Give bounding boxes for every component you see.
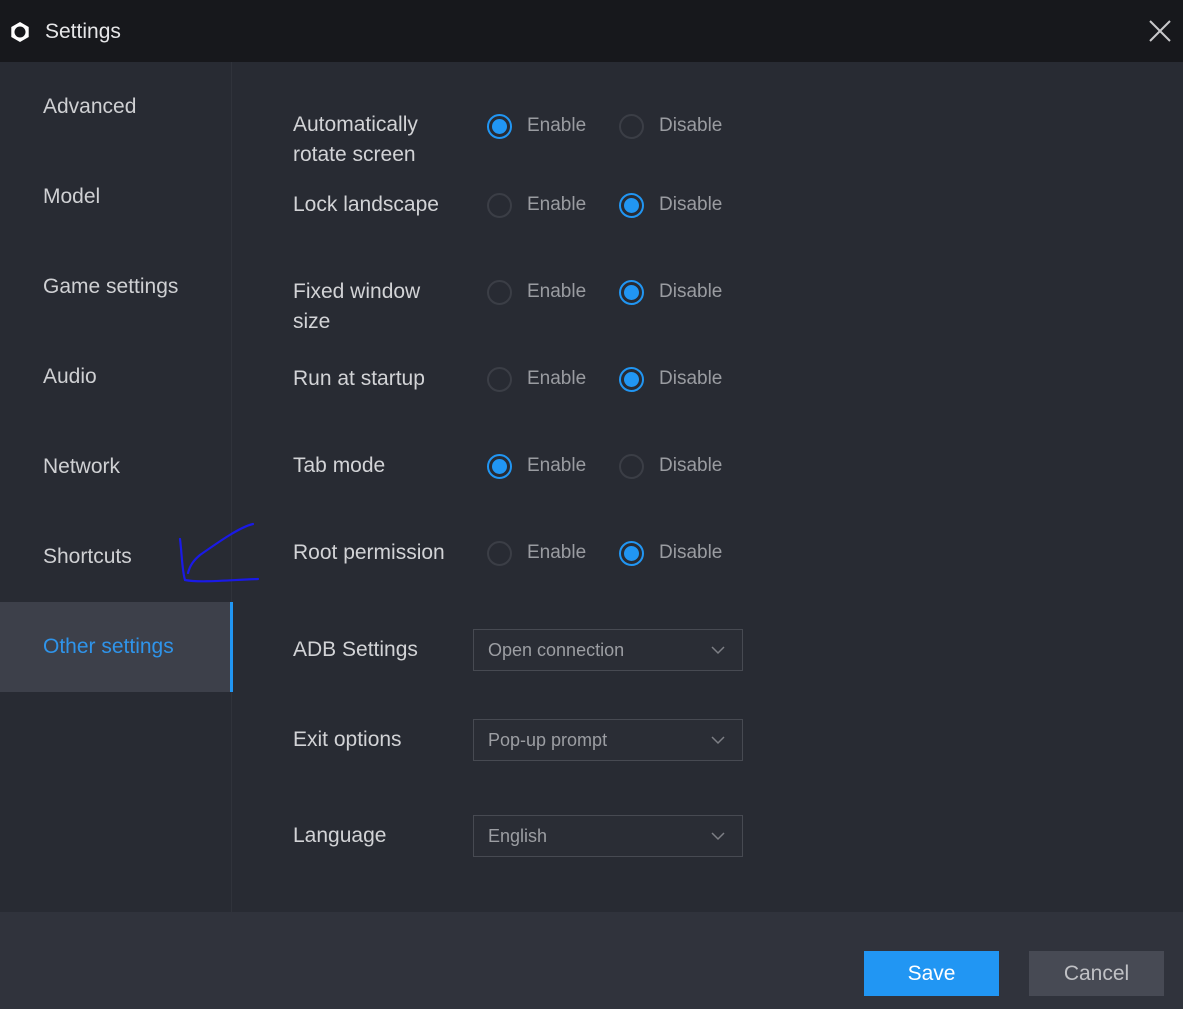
root-permission-enable-label[interactable]: Enable: [527, 542, 586, 564]
lock-landscape-enable-label[interactable]: Enable: [527, 194, 586, 216]
chevron-down-icon: [711, 736, 725, 745]
language-value: English: [488, 825, 548, 846]
tab-mode-enable-radio[interactable]: [487, 454, 512, 479]
setting-label-adb-settings: ADB Settings: [293, 638, 418, 661]
sidebar-item-label: Audio: [43, 365, 97, 388]
root-permission-enable-radio[interactable]: [487, 541, 512, 566]
tab-mode-disable-radio[interactable]: [619, 454, 644, 479]
fixed-window-disable-radio[interactable]: [619, 280, 644, 305]
close-icon[interactable]: [1147, 18, 1173, 44]
settings-panel: Automatically rotate screen Enable Disab…: [233, 62, 1183, 912]
setting-label-auto-rotate: Automatically rotate screen: [293, 113, 418, 166]
gear-icon: [11, 22, 29, 42]
setting-label-lock-landscape: Lock landscape: [293, 193, 439, 216]
tab-mode-enable-label[interactable]: Enable: [527, 455, 586, 477]
run-at-startup-disable-radio[interactable]: [619, 367, 644, 392]
title-bar: Settings: [0, 0, 1183, 62]
setting-label-run-at-startup: Run at startup: [293, 367, 425, 390]
sidebar-item-label: Game settings: [43, 275, 179, 298]
run-at-startup-enable-radio[interactable]: [487, 367, 512, 392]
sidebar-item-label: Shortcuts: [43, 545, 132, 568]
dialog-footer: Save Cancel: [0, 912, 1183, 1009]
root-permission-disable-label[interactable]: Disable: [659, 542, 722, 564]
fixed-window-enable-label[interactable]: Enable: [527, 281, 586, 303]
auto-rotate-enable-label[interactable]: Enable: [527, 115, 586, 137]
sidebar-item-game-settings[interactable]: Game settings: [0, 242, 232, 332]
auto-rotate-enable-radio[interactable]: [487, 114, 512, 139]
sidebar-item-advanced[interactable]: Advanced: [0, 62, 232, 152]
run-at-startup-disable-label[interactable]: Disable: [659, 368, 722, 390]
sidebar: Advanced Model Game settings Audio Netwo…: [0, 62, 234, 912]
sidebar-item-other-settings[interactable]: Other settings: [0, 602, 234, 692]
sidebar-item-label: Network: [43, 455, 121, 478]
setting-label-exit-options: Exit options: [293, 728, 402, 751]
sidebar-item-model[interactable]: Model: [0, 152, 232, 242]
auto-rotate-disable-radio[interactable]: [619, 114, 644, 139]
sidebar-item-shortcuts[interactable]: Shortcuts: [0, 512, 232, 602]
sidebar-item-label: Other settings: [43, 635, 174, 658]
exit-options-select[interactable]: Pop-up prompt: [473, 719, 743, 761]
cancel-button[interactable]: Cancel: [1029, 951, 1164, 996]
auto-rotate-disable-label[interactable]: Disable: [659, 115, 722, 137]
sidebar-item-audio[interactable]: Audio: [0, 332, 232, 422]
root-permission-disable-radio[interactable]: [619, 541, 644, 566]
chevron-down-icon: [711, 646, 725, 655]
exit-options-value: Pop-up prompt: [488, 729, 608, 750]
lock-landscape-disable-radio[interactable]: [619, 193, 644, 218]
fixed-window-enable-radio[interactable]: [487, 280, 512, 305]
save-button[interactable]: Save: [864, 951, 999, 996]
setting-label-fixed-window-size: Fixed window size: [293, 280, 421, 333]
sidebar-item-label: Model: [43, 185, 101, 208]
setting-label-root-permission: Root permission: [293, 541, 445, 564]
run-at-startup-enable-label[interactable]: Enable: [527, 368, 586, 390]
window-title: Settings: [45, 20, 121, 43]
setting-label-tab-mode: Tab mode: [293, 454, 386, 477]
tab-mode-disable-label[interactable]: Disable: [659, 455, 722, 477]
sidebar-item-network[interactable]: Network: [0, 422, 232, 512]
language-select[interactable]: English: [473, 815, 743, 857]
lock-landscape-disable-label[interactable]: Disable: [659, 194, 722, 216]
setting-label-language: Language: [293, 824, 387, 847]
fixed-window-disable-label[interactable]: Disable: [659, 281, 722, 303]
lock-landscape-enable-radio[interactable]: [487, 193, 512, 218]
adb-settings-select[interactable]: Open connection: [473, 629, 743, 671]
sidebar-item-label: Advanced: [43, 95, 137, 118]
chevron-down-icon: [711, 832, 725, 841]
adb-settings-value: Open connection: [488, 639, 625, 660]
